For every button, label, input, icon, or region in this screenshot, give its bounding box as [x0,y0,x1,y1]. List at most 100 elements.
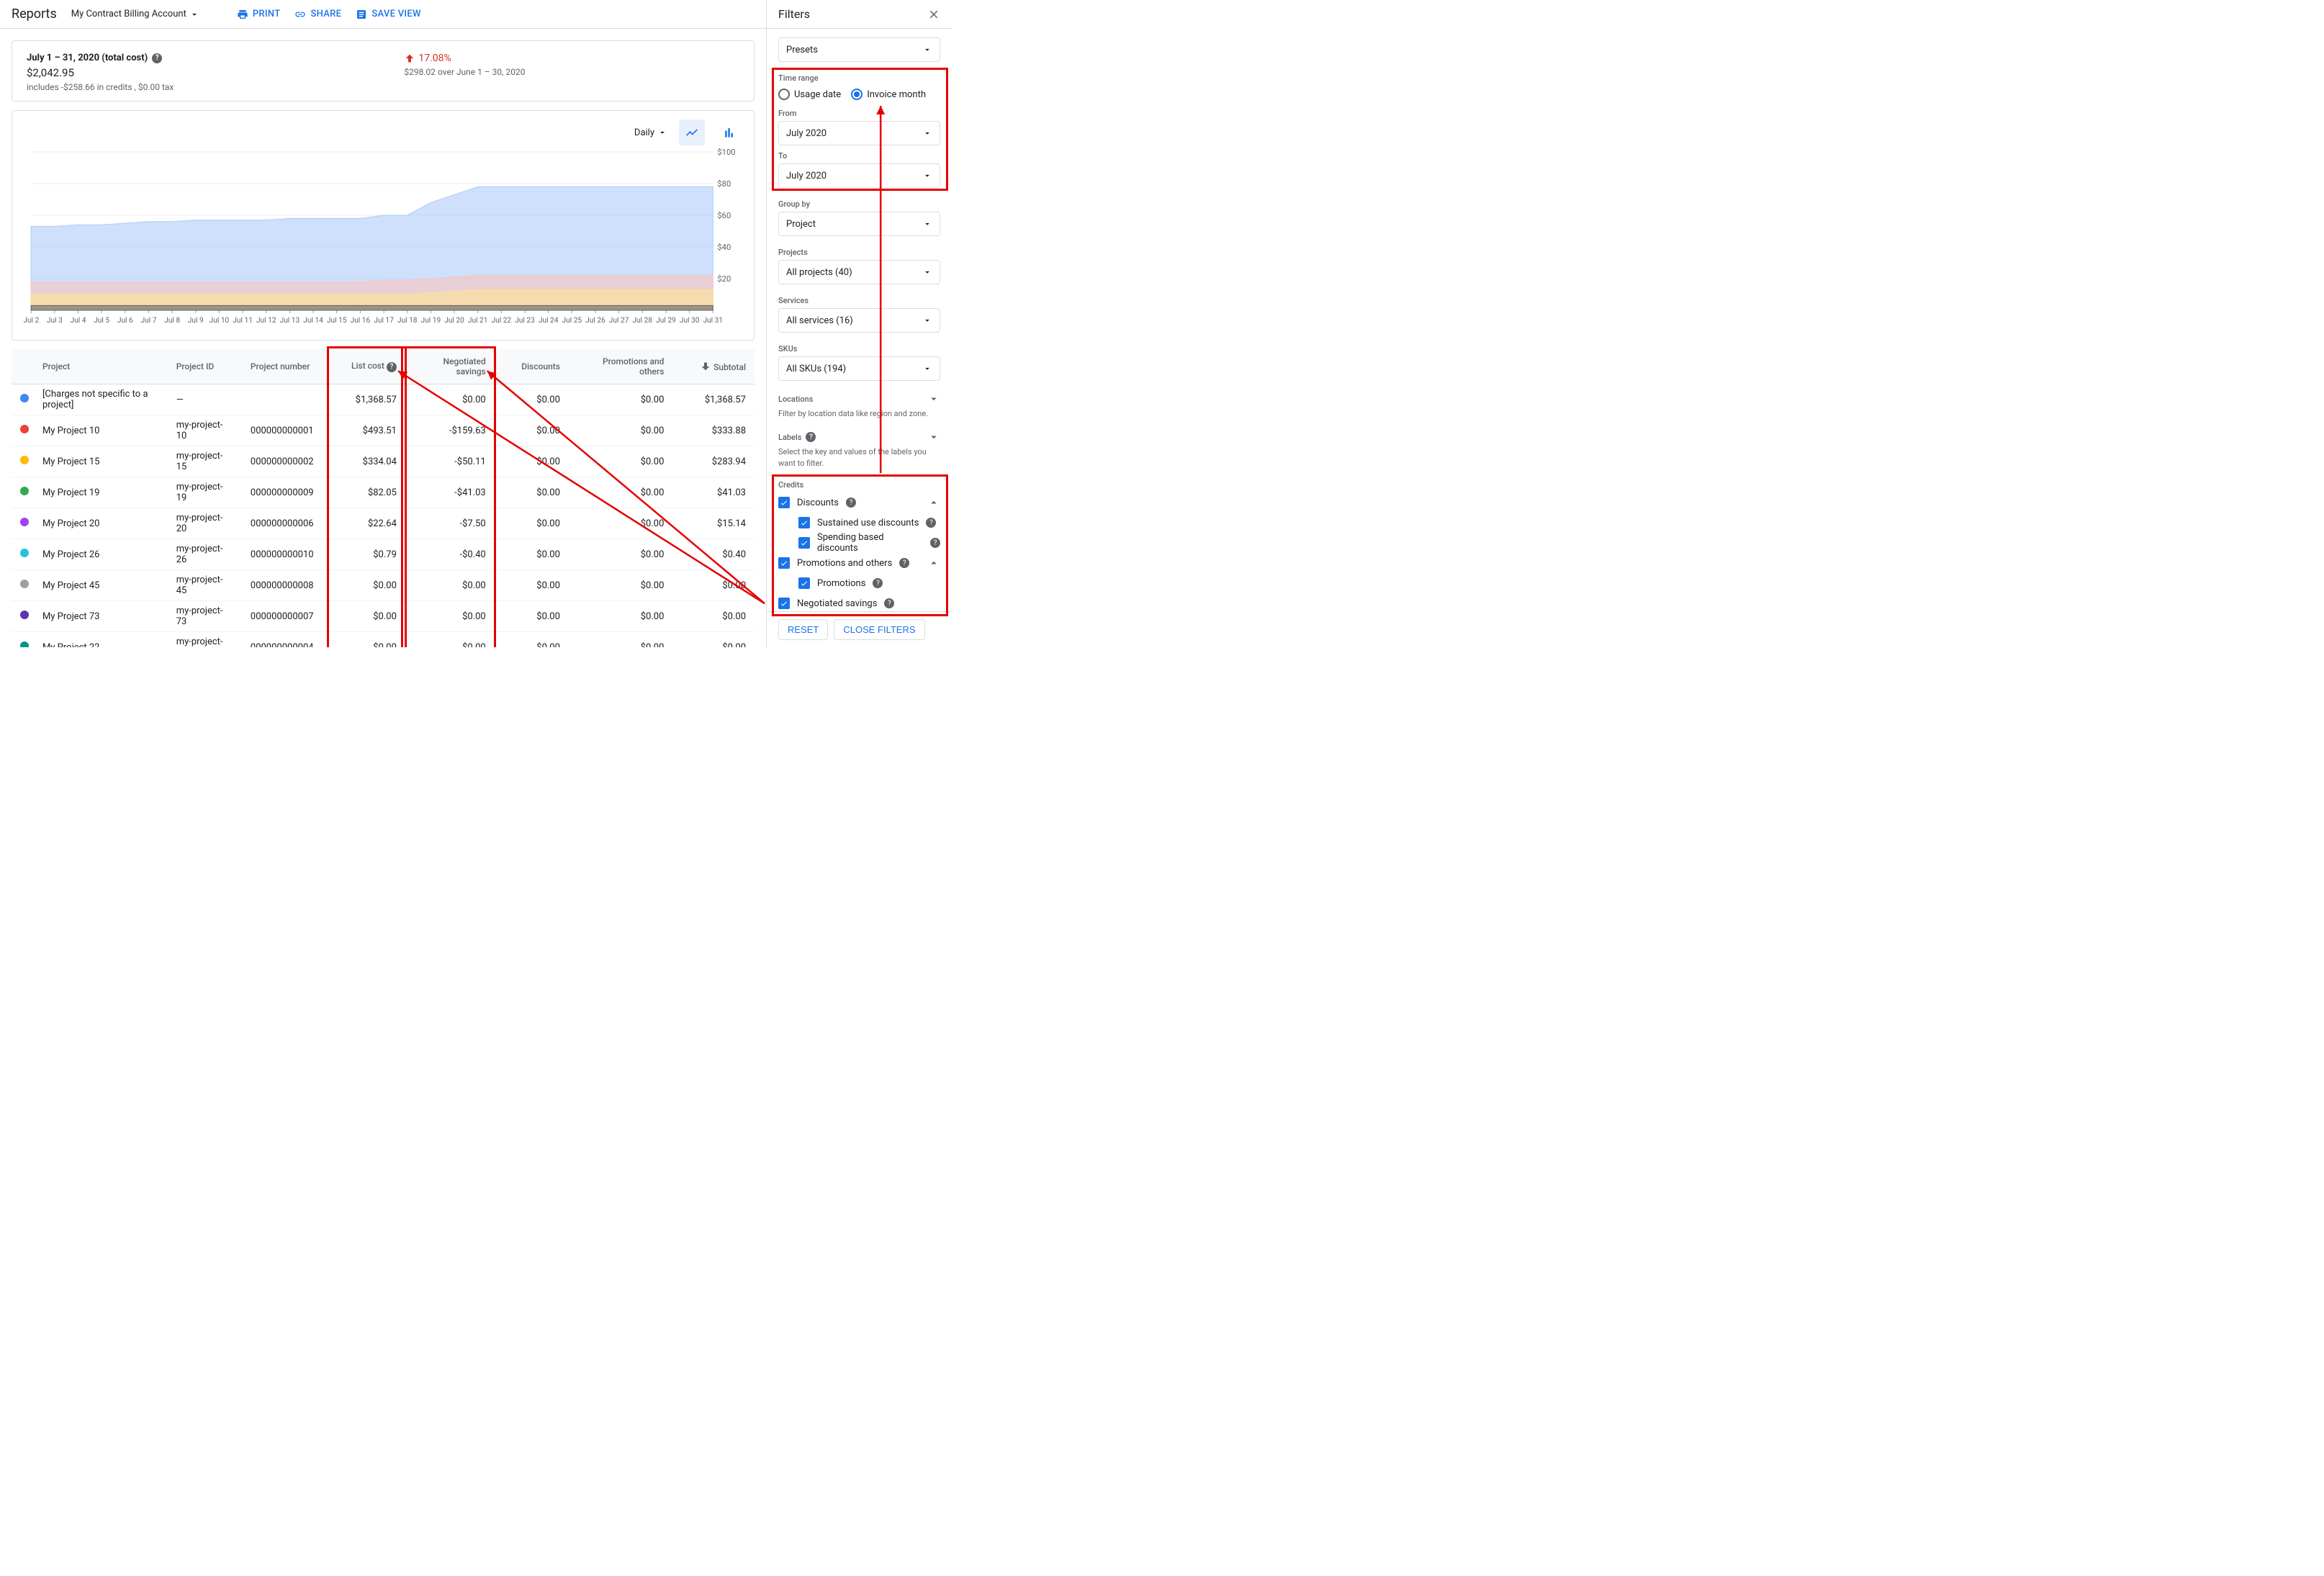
chart-grain-dropdown[interactable]: Daily [634,127,667,138]
account-dropdown[interactable]: My Contract Billing Account [71,9,199,19]
summary-includes: includes -$258.66 in credits , $0.00 tax [27,82,174,92]
reset-button[interactable]: RESET [778,619,828,640]
col-promotions[interactable]: Promotions and others [569,349,672,384]
series-dot [20,456,29,464]
series-dot [20,611,29,619]
help-icon[interactable]: ? [873,578,883,588]
svg-text:Jul 25: Jul 25 [562,317,582,325]
svg-text:Jul 14: Jul 14 [303,317,323,325]
chevron-down-icon[interactable] [927,392,940,405]
series-dot [20,487,29,495]
svg-text:Jul 22: Jul 22 [492,317,512,325]
help-icon[interactable]: ? [846,497,856,508]
cell-negotiated-savings: $0.00 [405,570,495,601]
cell-project-id: my-project-26 [168,539,242,570]
to-select[interactable]: July 2020 [778,163,940,188]
col-negotiated-savings[interactable]: Negotiated savings [405,349,495,384]
negotiated-savings-checkbox[interactable]: Negotiated savings ? [778,593,940,611]
cell-discounts: $0.00 [495,539,569,570]
chevron-down-icon[interactable] [927,431,940,443]
cell-project-number: 000000000002 [242,446,331,477]
cell-list-cost: $334.04 [331,446,405,477]
check-icon [800,579,809,587]
cell-subtotal: $41.03 [672,477,755,508]
cell-project-id: my-project-22 [168,632,242,648]
help-icon[interactable]: ? [152,53,162,63]
svg-text:Jul 10: Jul 10 [210,317,230,325]
locations-label: Locations [778,395,813,404]
cell-project-id: my-project-15 [168,446,242,477]
cell-negotiated-savings: -$0.40 [405,539,495,570]
help-icon[interactable]: ? [930,538,940,548]
caret-down-icon [922,364,932,374]
svg-text:Jul 19: Jul 19 [421,317,441,325]
cell-promotions: $0.00 [569,601,672,632]
cell-subtotal: $1,368.57 [672,384,755,415]
svg-text:Jul 18: Jul 18 [397,317,418,325]
bar-chart-button[interactable] [716,120,742,145]
col-project-number[interactable]: Project number [242,349,331,384]
svg-text:Jul 23: Jul 23 [515,317,535,325]
help-icon[interactable]: ? [806,432,816,442]
col-list-cost[interactable]: List cost ? [331,349,405,384]
cell-project: My Project 22 [34,632,168,648]
cell-project: [Charges not specific to a project] [34,384,168,415]
delta-percent: 17.08% [404,53,525,64]
col-subtotal[interactable]: Subtotal [672,349,755,384]
cell-discounts: $0.00 [495,415,569,446]
data-table: Project Project ID Project number List c… [12,349,755,647]
services-select[interactable]: All services (16) [778,308,940,333]
col-discounts[interactable]: Discounts [495,349,569,384]
discounts-checkbox[interactable]: Discounts ? [778,492,940,513]
table-row: [Charges not specific to a project] — $1… [12,384,755,415]
help-icon[interactable]: ? [899,558,909,568]
summary-period: July 1 – 31, 2020 (total cost) [27,53,148,63]
time-range-label: Time range [778,73,940,83]
save-view-button[interactable]: SAVE VIEW [356,9,421,20]
help-icon[interactable]: ? [884,598,894,608]
cell-discounts: $0.00 [495,508,569,539]
spending-based-checkbox[interactable]: Spending based discounts ? [778,533,940,553]
cell-project: My Project 20 [34,508,168,539]
line-chart-icon [685,125,699,140]
services-label: Services [778,296,940,305]
arrow-up-icon [404,53,415,64]
close-filters-button[interactable]: CLOSE FILTERS [834,619,924,640]
help-icon[interactable]: ? [387,362,397,372]
group-by-select[interactable]: Project [778,212,940,236]
svg-text:Jul 11: Jul 11 [233,317,253,325]
col-project-id[interactable]: Project ID [168,349,242,384]
svg-text:Jul 13: Jul 13 [280,317,300,325]
cell-promotions: $0.00 [569,632,672,648]
table-row: My Project 20 my-project-20 000000000006… [12,508,755,539]
close-icon[interactable] [927,8,940,21]
usage-date-radio[interactable]: Usage date [778,86,841,103]
svg-text:Jul 6: Jul 6 [117,317,133,325]
chevron-up-icon[interactable] [927,496,940,509]
save-icon [356,9,367,20]
promotions-others-checkbox[interactable]: Promotions and others ? [778,553,940,573]
labels-sub: Select the key and values of the labels … [778,446,940,469]
cell-project-id: my-project-20 [168,508,242,539]
skus-select[interactable]: All SKUs (194) [778,356,940,381]
help-icon[interactable]: ? [926,518,936,528]
line-chart-button[interactable] [679,120,705,145]
cell-project: My Project 45 [34,570,168,601]
table-row: My Project 10 my-project-10 000000000001… [12,415,755,446]
share-button[interactable]: SHARE [294,9,341,20]
cell-project-id: my-project-10 [168,415,242,446]
svg-text:$40: $40 [717,243,731,252]
projects-select[interactable]: All projects (40) [778,260,940,284]
col-project[interactable]: Project [34,349,168,384]
sustained-use-checkbox[interactable]: Sustained use discounts ? [778,513,940,533]
cell-negotiated-savings: -$7.50 [405,508,495,539]
invoice-month-radio[interactable]: Invoice month [851,86,926,103]
promotions-checkbox[interactable]: Promotions ? [778,573,940,593]
cell-subtotal: $0.00 [672,601,755,632]
chevron-up-icon[interactable] [927,557,940,569]
print-button[interactable]: PRINT [237,9,281,20]
presets-select[interactable]: Presets [778,37,940,62]
from-select[interactable]: July 2020 [778,121,940,145]
cell-project-number: 000000000006 [242,508,331,539]
svg-text:Jul 31: Jul 31 [703,317,723,325]
